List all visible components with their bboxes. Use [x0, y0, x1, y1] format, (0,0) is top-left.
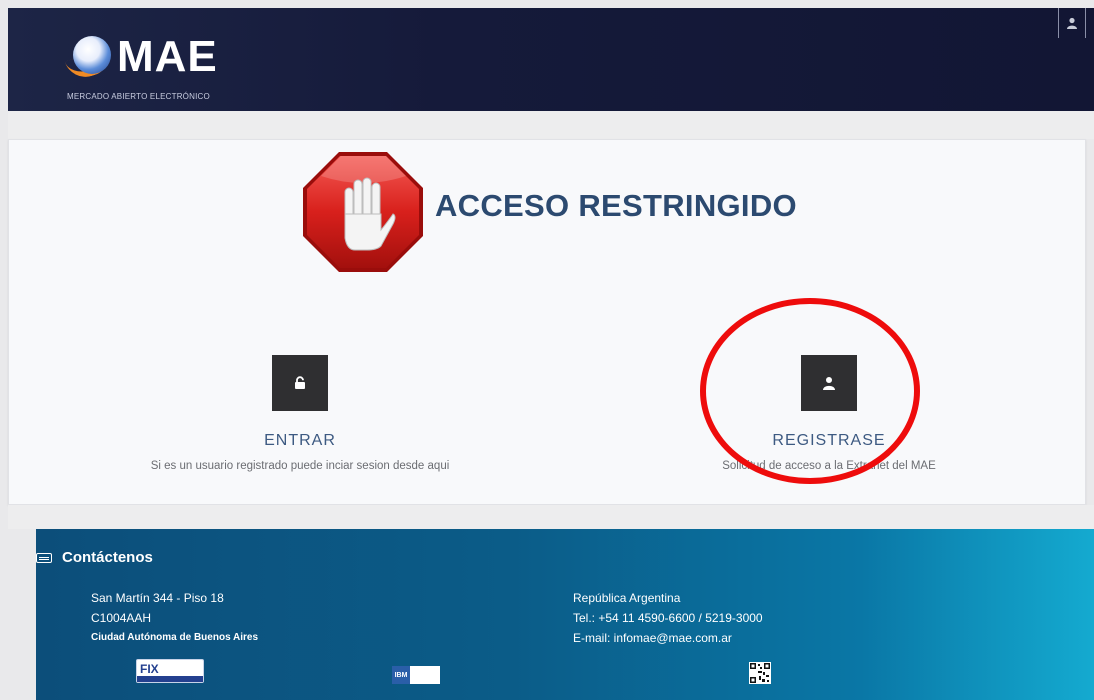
access-card: ACCESO RESTRINGIDO ENTRAR Si es un usuar…	[8, 139, 1086, 505]
logo-globe-icon	[73, 36, 111, 74]
unlock-icon	[295, 376, 305, 389]
fix-badge-text: FIX	[140, 662, 159, 676]
mae-logo[interactable]: MAE MERCADO ABIERTO ELECTRÓNICO	[63, 28, 263, 108]
login-button[interactable]	[272, 355, 328, 411]
address-block: San Martín 344 - Piso 18 C1004AAH Ciudad…	[91, 588, 258, 648]
contact-block: República Argentina Tel.: +54 11 4590-66…	[573, 588, 763, 648]
contact-country: República Argentina	[573, 591, 681, 605]
header-band	[8, 111, 1094, 139]
logo-text: MAE	[117, 32, 218, 81]
logo-subtitle: MERCADO ABIERTO ELECTRÓNICO	[67, 92, 210, 101]
contact-email[interactable]: E-mail: infomae@mae.com.ar	[573, 628, 763, 648]
qr-code-icon	[750, 663, 770, 683]
address-line-2: C1004AAH	[91, 611, 152, 625]
address-line-1: San Martín 344 - Piso 18	[91, 591, 224, 605]
contact-phone: Tel.: +54 11 4590-6600 / 5219-3000	[573, 611, 763, 625]
user-icon	[1067, 17, 1077, 29]
fix-badge-bar	[137, 676, 203, 682]
login-link[interactable]: ENTRAR	[264, 432, 336, 450]
footer-band	[8, 505, 1094, 529]
stop-hand-icon	[303, 152, 423, 272]
contact-heading: Contáctenos	[36, 549, 153, 566]
ibm-badge-text: IBM	[392, 666, 410, 684]
entrar-action: ENTRAR Si es un usuario registrado puede…	[100, 355, 500, 472]
keyboard-icon	[36, 552, 52, 563]
contact-heading-text: Contáctenos	[62, 549, 153, 566]
site-header: MAE MERCADO ABIERTO ELECTRÓNICO	[8, 8, 1094, 111]
qr-code-badge[interactable]	[749, 662, 771, 684]
address-line-3: Ciudad Autónoma de Buenos Aires	[91, 632, 259, 643]
page-title: ACCESO RESTRINGIDO	[435, 188, 797, 223]
login-description: Si es un usuario registrado puede inciar…	[150, 460, 450, 472]
page: MAE MERCADO ABIERTO ELECTRÓNICO ACCESO R…	[0, 0, 1094, 700]
highlight-circle	[700, 298, 920, 484]
site-footer: Contáctenos San Martín 344 - Piso 18 C10…	[36, 529, 1094, 700]
user-menu-button[interactable]	[1058, 8, 1086, 38]
fix-protocol-badge[interactable]: FIX	[136, 659, 204, 683]
ibm-business-partner-badge[interactable]: IBM	[392, 666, 440, 684]
